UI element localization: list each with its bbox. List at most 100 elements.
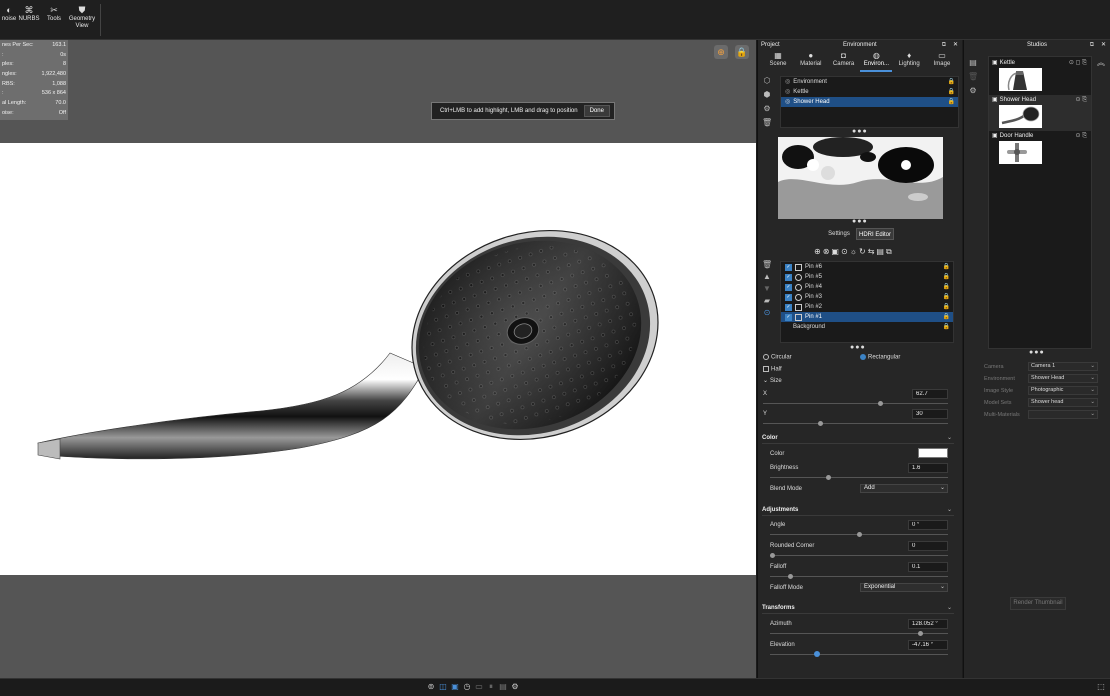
azimuth-slider-knob[interactable]	[918, 631, 923, 636]
sun-icon[interactable]: ☼	[850, 247, 859, 256]
list-item[interactable]: ◎ Shower Head 🔒	[781, 97, 958, 107]
environment-settings-icon[interactable]: ⚙	[762, 104, 772, 114]
circular-radio[interactable]: Circular	[763, 354, 792, 361]
add-studio-icon[interactable]: ▤	[968, 58, 978, 68]
size-y-slider[interactable]	[763, 423, 948, 424]
color-swatch[interactable]	[918, 448, 948, 458]
falloff-slider-knob[interactable]	[788, 574, 793, 579]
lock-icon[interactable]: 🔒	[943, 312, 950, 322]
undock-icon[interactable]: ⧉	[942, 40, 946, 50]
gear-icon[interactable]: ⚙	[968, 86, 978, 96]
lock-icon[interactable]: 🔒	[948, 87, 955, 97]
image-icon[interactable]: ▤	[498, 682, 508, 692]
delete-pin-icon[interactable]: 🗑	[762, 260, 772, 270]
tab-lighting[interactable]: ♦ Lighting	[893, 50, 925, 72]
add-circle-pin-icon[interactable]: ⊕	[814, 247, 823, 256]
pin-visibility-checkbox[interactable]: ✓	[785, 293, 792, 301]
pin-visibility-checkbox[interactable]: ✓	[785, 263, 792, 271]
camera-select[interactable]: Camera 1 ⌄	[1028, 362, 1098, 371]
tools-button[interactable]: ✂ Tools	[39, 4, 69, 23]
list-item[interactable]: ▣ Shower Head ⊙ ⎘	[989, 95, 1091, 131]
angle-slider-knob[interactable]	[857, 532, 862, 537]
azimuth-input[interactable]	[908, 619, 948, 629]
pin-visibility-checkbox[interactable]: ✓	[785, 273, 792, 281]
tab-material[interactable]: ● Material	[795, 50, 827, 72]
target-icon[interactable]: ⊕	[714, 45, 728, 59]
lock-icon[interactable]: 🔒	[943, 292, 950, 302]
brightness-slider[interactable]	[770, 477, 948, 478]
screenshot-icon[interactable]: ▭	[474, 682, 484, 692]
settings-icon[interactable]: ⚙	[510, 682, 520, 692]
angle-input[interactable]	[908, 520, 948, 530]
lock-icon[interactable]: 🔒	[735, 45, 749, 59]
size-x-slider-knob[interactable]	[878, 401, 883, 406]
pause-icon[interactable]: ⏸	[486, 682, 496, 692]
duplicate-environment-icon[interactable]: ⬢	[762, 90, 772, 100]
camera-lock-icon[interactable]: ⊚	[426, 682, 436, 692]
studio-actions-icon[interactable]: ⊙ ⎘	[1076, 96, 1088, 104]
folder-icon[interactable]: ▰	[762, 296, 772, 306]
size-y-input[interactable]	[912, 409, 948, 419]
size-x-input[interactable]	[912, 389, 948, 399]
size-x-slider[interactable]	[763, 403, 948, 404]
multi-materials-select[interactable]: ⌄	[1028, 410, 1098, 419]
lock-icon[interactable]: 🔒	[943, 322, 950, 332]
tab-scene[interactable]: ▦ Scene	[762, 50, 794, 72]
move-down-icon[interactable]: ▼	[762, 284, 772, 294]
pin-visibility-checkbox[interactable]: ✓	[785, 283, 792, 291]
copy-icon[interactable]: ⧉	[886, 247, 894, 256]
rounded-corner-slider-knob[interactable]	[770, 553, 775, 558]
add-light-pin-icon[interactable]: ⊙	[841, 247, 850, 256]
falloff-slider[interactable]	[770, 576, 948, 577]
elevation-input[interactable]	[908, 640, 948, 650]
lock-icon[interactable]: 🔒	[943, 302, 950, 312]
list-item[interactable]: ✓ Pin #1 🔒	[781, 312, 953, 322]
studio-actions-icon[interactable]: ⊙ ◻ ⎘	[1069, 59, 1087, 67]
list-item[interactable]: ✓ Pin #2 🔒	[781, 302, 953, 312]
move-up-icon[interactable]: ▲	[762, 272, 772, 282]
falloff-input[interactable]	[908, 562, 948, 572]
folder-icon[interactable]: ▤	[876, 247, 886, 256]
lock-icon[interactable]: 🔒	[943, 272, 950, 282]
tab-environment[interactable]: ◍ Environ...	[860, 50, 893, 72]
resize-icon[interactable]: ⬚	[1096, 682, 1106, 692]
elevation-slider[interactable]	[770, 654, 948, 655]
transforms-section-header[interactable]: Transforms ⌄	[762, 602, 954, 614]
close-icon[interactable]: ✕	[953, 40, 958, 50]
tab-image[interactable]: ▭ Image	[926, 50, 958, 72]
list-item[interactable]: ▣ Kettle ⊙ ◻ ⎘	[989, 57, 1091, 95]
undock-icon[interactable]: ⧉	[1090, 40, 1094, 50]
pin-visibility-checkbox[interactable]: ✓	[785, 303, 792, 311]
list-item[interactable]: ◎ Environment 🔒	[781, 77, 958, 87]
half-checkbox[interactable]: Half	[763, 366, 782, 373]
elevation-slider-knob[interactable]	[814, 651, 820, 657]
size-toggle[interactable]: ⌄ Size	[763, 377, 782, 384]
add-image-pin-icon[interactable]: ▣	[831, 247, 841, 256]
render-viewport[interactable]: nes Per Sec: 163.1 :0s ples: 8 ngles: 1,922…	[0, 40, 756, 678]
hdri-preview[interactable]	[778, 137, 943, 219]
rounded-corner-input[interactable]	[908, 541, 948, 551]
collapse-icon[interactable]: ︽	[1096, 58, 1106, 68]
falloff-mode-select[interactable]: Exponential ⌄	[860, 583, 948, 592]
lock-icon[interactable]: 🔒	[943, 262, 950, 272]
render-canvas[interactable]	[0, 143, 756, 575]
image-style-select[interactable]: Photographic ⌄	[1028, 386, 1098, 395]
delete-studio-icon[interactable]: 🗑	[968, 72, 978, 82]
list-item[interactable]: ▣ Door Handle ⊙ ⎘	[989, 131, 1091, 167]
rectangular-radio[interactable]: Rectangular	[860, 354, 900, 361]
render-thumbnail-button[interactable]: Render Thumbnail	[1010, 597, 1066, 610]
tab-settings[interactable]: Settings	[824, 228, 854, 240]
size-y-slider-knob[interactable]	[818, 421, 823, 426]
list-item[interactable]: Background 🔒	[781, 322, 953, 332]
list-item[interactable]: ✓ Pin #5 🔒	[781, 272, 953, 282]
splitter-handle[interactable]: ●●●	[850, 344, 866, 351]
splitter-handle[interactable]: ●●●	[852, 128, 868, 135]
delete-environment-icon[interactable]: 🗑	[762, 118, 772, 128]
pin-target-icon[interactable]: ⊙	[762, 308, 772, 318]
rounded-corner-slider[interactable]	[770, 555, 948, 556]
splitter-handle[interactable]: ●●●	[852, 218, 868, 225]
list-item[interactable]: ✓ Pin #4 🔒	[781, 282, 953, 292]
split-view-icon[interactable]: ▣	[450, 682, 460, 692]
done-button[interactable]: Done	[583, 105, 610, 117]
add-environment-icon[interactable]: ⬡	[762, 76, 772, 86]
